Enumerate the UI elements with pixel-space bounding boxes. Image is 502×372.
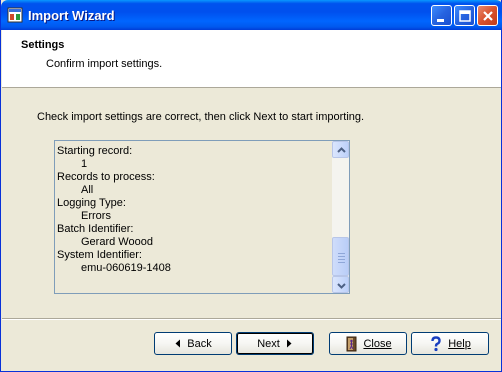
arrow-left-icon xyxy=(175,339,181,348)
help-button[interactable]: Help xyxy=(411,332,489,355)
setting-value: Gerard Woood xyxy=(81,236,153,248)
maximize-button[interactable] xyxy=(454,5,475,26)
close-window-button[interactable] xyxy=(477,5,498,26)
settings-summary-box[interactable]: Starting record: 1 Records to process: All L… xyxy=(54,140,350,294)
setting-value: Errors xyxy=(81,210,111,222)
scroll-up-button[interactable] xyxy=(332,141,349,158)
close-button[interactable]: Close xyxy=(329,332,407,355)
next-button[interactable]: Next xyxy=(236,332,314,355)
settings-list: Starting record: 1 Records to process: All L… xyxy=(57,145,171,275)
setting-value: 1 xyxy=(81,158,88,170)
help-icon xyxy=(431,335,441,351)
arrow-right-icon xyxy=(286,339,292,348)
footer-divider xyxy=(2,318,501,320)
app-icon xyxy=(7,7,23,23)
maximize-icon xyxy=(459,10,471,22)
window-title: Import Wizard xyxy=(28,8,115,23)
wizard-header: Settings Confirm import settings. xyxy=(2,30,501,88)
next-label: Next xyxy=(257,337,280,350)
vertical-scrollbar[interactable] xyxy=(332,141,349,293)
setting-label: Batch Identifier: xyxy=(57,223,134,235)
scroll-thumb[interactable] xyxy=(332,237,349,276)
minimize-button[interactable] xyxy=(431,5,452,26)
door-exit-icon xyxy=(346,336,357,351)
setting-label: Records to process: xyxy=(57,171,155,183)
back-button[interactable]: Back xyxy=(154,332,232,355)
setting-label: System Identifier: xyxy=(57,249,142,261)
setting-label: Starting record: xyxy=(57,145,133,157)
help-label: Help xyxy=(448,337,471,350)
setting-value: All xyxy=(81,184,94,196)
back-label: Back xyxy=(187,337,212,350)
step-title: Settings xyxy=(21,39,65,51)
grip-icon xyxy=(338,253,345,263)
chevron-down-icon xyxy=(337,283,346,289)
step-subtitle: Confirm import settings. xyxy=(46,58,163,70)
minimize-icon xyxy=(437,19,444,22)
close-label: Close xyxy=(363,337,392,350)
setting-label: Logging Type: xyxy=(57,197,126,209)
setting-value: emu-060619-1408 xyxy=(81,262,171,274)
scroll-down-button[interactable] xyxy=(332,276,349,293)
import-wizard-window: Import Wizard Settings Confirm import se… xyxy=(0,0,502,372)
title-bar[interactable]: Import Wizard xyxy=(1,0,502,30)
instruction-text: Check import settings are correct, then … xyxy=(37,111,365,123)
chevron-up-icon xyxy=(337,147,346,153)
close-icon xyxy=(483,11,493,21)
